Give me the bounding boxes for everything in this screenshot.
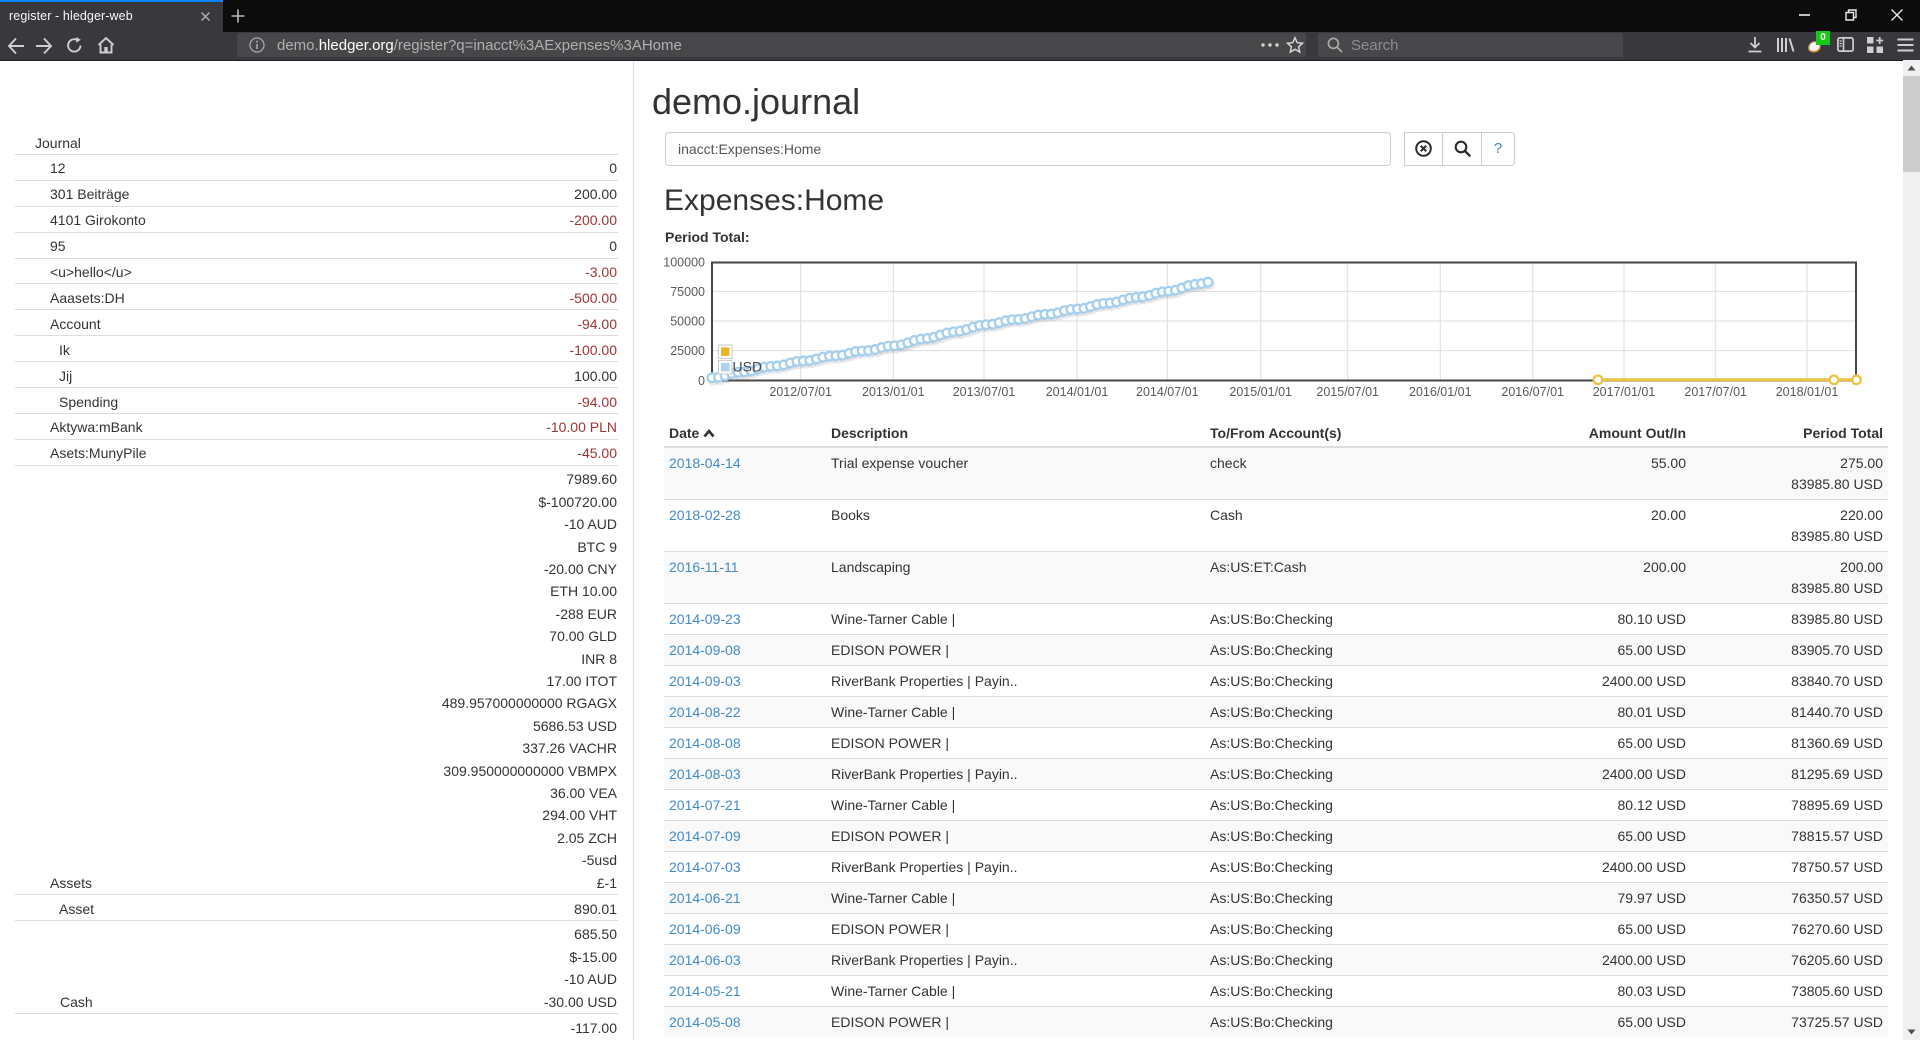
svg-text:25000: 25000 (670, 344, 705, 358)
svg-text:75000: 75000 (670, 285, 705, 299)
svg-text:50000: 50000 (670, 315, 705, 329)
svg-text:2016/01/01: 2016/01/01 (1409, 385, 1472, 399)
svg-text:2012/07/01: 2012/07/01 (769, 385, 832, 399)
svg-text:2013/01/01: 2013/01/01 (862, 385, 925, 399)
svg-text:2014/07/01: 2014/07/01 (1136, 385, 1199, 399)
svg-text:2017/07/01: 2017/07/01 (1684, 385, 1747, 399)
svg-text:2017/01/01: 2017/01/01 (1593, 385, 1656, 399)
svg-text:2015/01/01: 2015/01/01 (1229, 385, 1292, 399)
svg-text:2015/07/01: 2015/07/01 (1316, 385, 1379, 399)
svg-text:2014/01/01: 2014/01/01 (1046, 385, 1109, 399)
svg-text:2013/07/01: 2013/07/01 (953, 385, 1016, 399)
svg-text:2016/07/01: 2016/07/01 (1501, 385, 1564, 399)
svg-text:0: 0 (698, 374, 705, 388)
svg-text:100000: 100000 (663, 256, 705, 270)
svg-text:2018/01/01: 2018/01/01 (1776, 385, 1839, 399)
svg-text:USD: USD (733, 359, 763, 375)
